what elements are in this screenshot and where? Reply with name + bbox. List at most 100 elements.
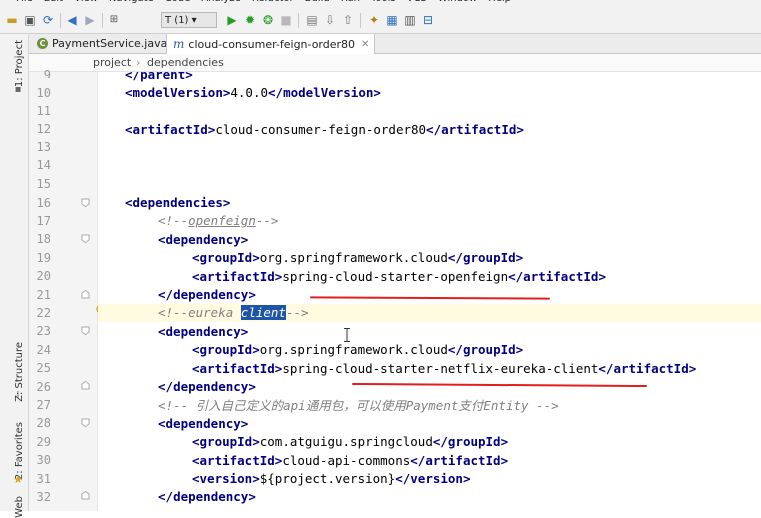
menu-item-analyze[interactable]: Analyze: [201, 0, 240, 4]
back-arrow-icon[interactable]: ◀: [64, 12, 80, 28]
line-number: 25: [36, 361, 51, 375]
open-folder-icon[interactable]: ▬: [4, 12, 20, 28]
build-project-icon[interactable]: ⊞: [106, 12, 122, 28]
line-number: 23: [36, 324, 51, 338]
run-configuration-select[interactable]: T (1) ▾: [161, 12, 217, 28]
line-number: 24: [36, 343, 51, 357]
code-line-28: <dependency>: [158, 416, 249, 431]
tab-pom-order80[interactable]: m cloud-consumer-feign-order80 ✕: [166, 34, 376, 54]
code-line-23: <dependency>: [158, 324, 249, 339]
fold-marker-icon[interactable]: [81, 381, 90, 390]
line-number: 30: [36, 453, 51, 467]
menu-item-help[interactable]: Help: [488, 0, 511, 4]
close-icon[interactable]: ✕: [361, 39, 369, 50]
code-line-20: <artifactId>spring-cloud-starter-openfei…: [192, 269, 606, 284]
toolbar-separator: [360, 13, 361, 28]
line-number: 11: [36, 104, 51, 118]
project-tool-icon[interactable]: ▪: [13, 84, 23, 95]
project-settings-icon[interactable]: ▦: [384, 12, 400, 28]
line-number: 19: [36, 251, 51, 265]
code-line-10: <modelVersion>4.0.0</modelVersion>: [125, 85, 381, 100]
breadcrumb-item-project[interactable]: project: [93, 56, 131, 69]
fold-marker-icon[interactable]: [81, 418, 90, 427]
menu-item-vcs[interactable]: VCS: [407, 0, 427, 4]
project-structure-icon[interactable]: ▤: [304, 12, 320, 28]
menu-item-navigate[interactable]: Navigate: [109, 0, 154, 4]
line-number: 12: [36, 122, 51, 136]
sync-icon[interactable]: ⟳: [40, 12, 56, 28]
fold-marker-icon[interactable]: [81, 198, 90, 207]
breadcrumb-item-dependencies[interactable]: dependencies: [147, 56, 224, 69]
project-tool-window-button[interactable]: 1: Project: [14, 40, 25, 87]
fold-marker-icon[interactable]: [81, 326, 90, 335]
forward-arrow-icon[interactable]: ▶: [82, 12, 98, 28]
code-line-19: <groupId>org.springframework.cloud</grou…: [192, 250, 524, 265]
run-config-label: T (1): [165, 15, 189, 26]
code-line-17: <!--openfeign-->: [158, 213, 279, 228]
selected-text[interactable]: client: [240, 305, 286, 320]
text-cursor-icon: [344, 328, 350, 342]
run-icon[interactable]: ▶: [224, 12, 240, 28]
left-tool-strip: 1: Project ▪ Z: Structure ⁞ 2: Favorites…: [0, 34, 29, 518]
line-number: 26: [36, 380, 51, 394]
editor-tab-bar: C PaymentService.java ✕ m cloud-consumer…: [29, 34, 761, 54]
line-number: 9: [43, 68, 51, 78]
vcs-commit-icon[interactable]: ⇧: [340, 12, 356, 28]
sdk-icon[interactable]: ▥: [402, 12, 418, 28]
line-number: 15: [36, 177, 51, 191]
settings-wrench-icon[interactable]: ✦: [366, 12, 382, 28]
toolbar-separator: [298, 13, 299, 28]
line-number: 10: [36, 86, 51, 100]
menu-item-refactor[interactable]: Refactor: [252, 0, 294, 4]
line-number: 20: [36, 269, 51, 283]
star-icon[interactable]: ★: [13, 473, 23, 486]
menu-item-file[interactable]: File: [16, 0, 33, 4]
code-line-30: <artifactId>cloud-api-commons</artifactI…: [192, 453, 509, 468]
line-number: 22: [36, 306, 51, 320]
line-number: 13: [36, 140, 51, 154]
fold-marker-icon[interactable]: [81, 290, 90, 299]
code-line-25: <artifactId>spring-cloud-starter-netflix…: [192, 361, 697, 376]
breadcrumb: project › dependencies: [29, 54, 761, 72]
toolbar-separator: [60, 13, 61, 28]
web-tool-window-button[interactable]: Web: [14, 496, 25, 518]
menu-item-tools[interactable]: Tools: [371, 0, 396, 4]
favorites-tool-window-button[interactable]: 2: Favorites: [14, 422, 25, 480]
stop-icon[interactable]: ■: [278, 12, 294, 28]
tab-label: cloud-consumer-feign-order80: [188, 37, 356, 51]
fold-marker-icon[interactable]: [81, 491, 90, 500]
line-number: 32: [36, 490, 51, 504]
code-line-18: <dependency>: [158, 232, 249, 247]
code-line-12: <artifactId>cloud-consumer-feign-order80…: [125, 122, 524, 137]
tab-label: PaymentService.java: [52, 37, 168, 50]
tab-payment-service[interactable]: C PaymentService.java ✕: [31, 34, 187, 53]
menu-item-edit[interactable]: Edit: [44, 0, 63, 4]
menu-item-run[interactable]: Run: [341, 0, 360, 4]
menu-item-window[interactable]: Window: [438, 0, 477, 4]
debug-icon[interactable]: ✹: [242, 12, 258, 28]
menu-items: File Edit View Navigate Code Analyze Refactor B…: [16, 0, 522, 4]
menu-item-view[interactable]: View: [74, 0, 98, 4]
code-line-16: <dependencies>: [125, 195, 231, 210]
menu-bar: File Edit View Navigate Code Analyze Refactor B…: [0, 0, 761, 8]
structure-icon[interactable]: ⊟: [420, 12, 436, 28]
structure-tool-icon[interactable]: ⁞: [13, 390, 23, 401]
menu-item-build[interactable]: Build: [305, 0, 330, 4]
line-number: 27: [36, 398, 51, 412]
code-line-31: <version>${project.version}</version>: [192, 471, 471, 486]
line-number: 21: [36, 288, 51, 302]
code-line-24: <groupId>org.springframework.cloud</grou…: [192, 342, 524, 357]
toolbar-separator: [102, 13, 103, 28]
vcs-update-icon[interactable]: ⇩: [322, 12, 338, 28]
code-editor[interactable]: </parent> <modelVersion>4.0.0</modelVers…: [98, 72, 761, 511]
breadcrumb-separator: ›: [136, 56, 141, 69]
code-line-29: <groupId>com.atguigu.springcloud</groupI…: [192, 434, 509, 449]
save-icon[interactable]: ▣: [22, 12, 38, 28]
fold-marker-icon[interactable]: [81, 234, 90, 243]
menu-item-code[interactable]: Code: [165, 0, 191, 4]
main-toolbar: ▬ ▣ ⟳ ◀ ▶ ⊞ T (1) ▾ ▶ ✹ ❂ ■ ▤ ⇩ ⇧ ✦ ▦ ▥ …: [0, 8, 761, 34]
line-number: 31: [36, 472, 51, 486]
code-line-21: </dependency>: [158, 287, 256, 302]
line-number: 18: [36, 232, 51, 246]
coverage-icon[interactable]: ❂: [260, 12, 276, 28]
